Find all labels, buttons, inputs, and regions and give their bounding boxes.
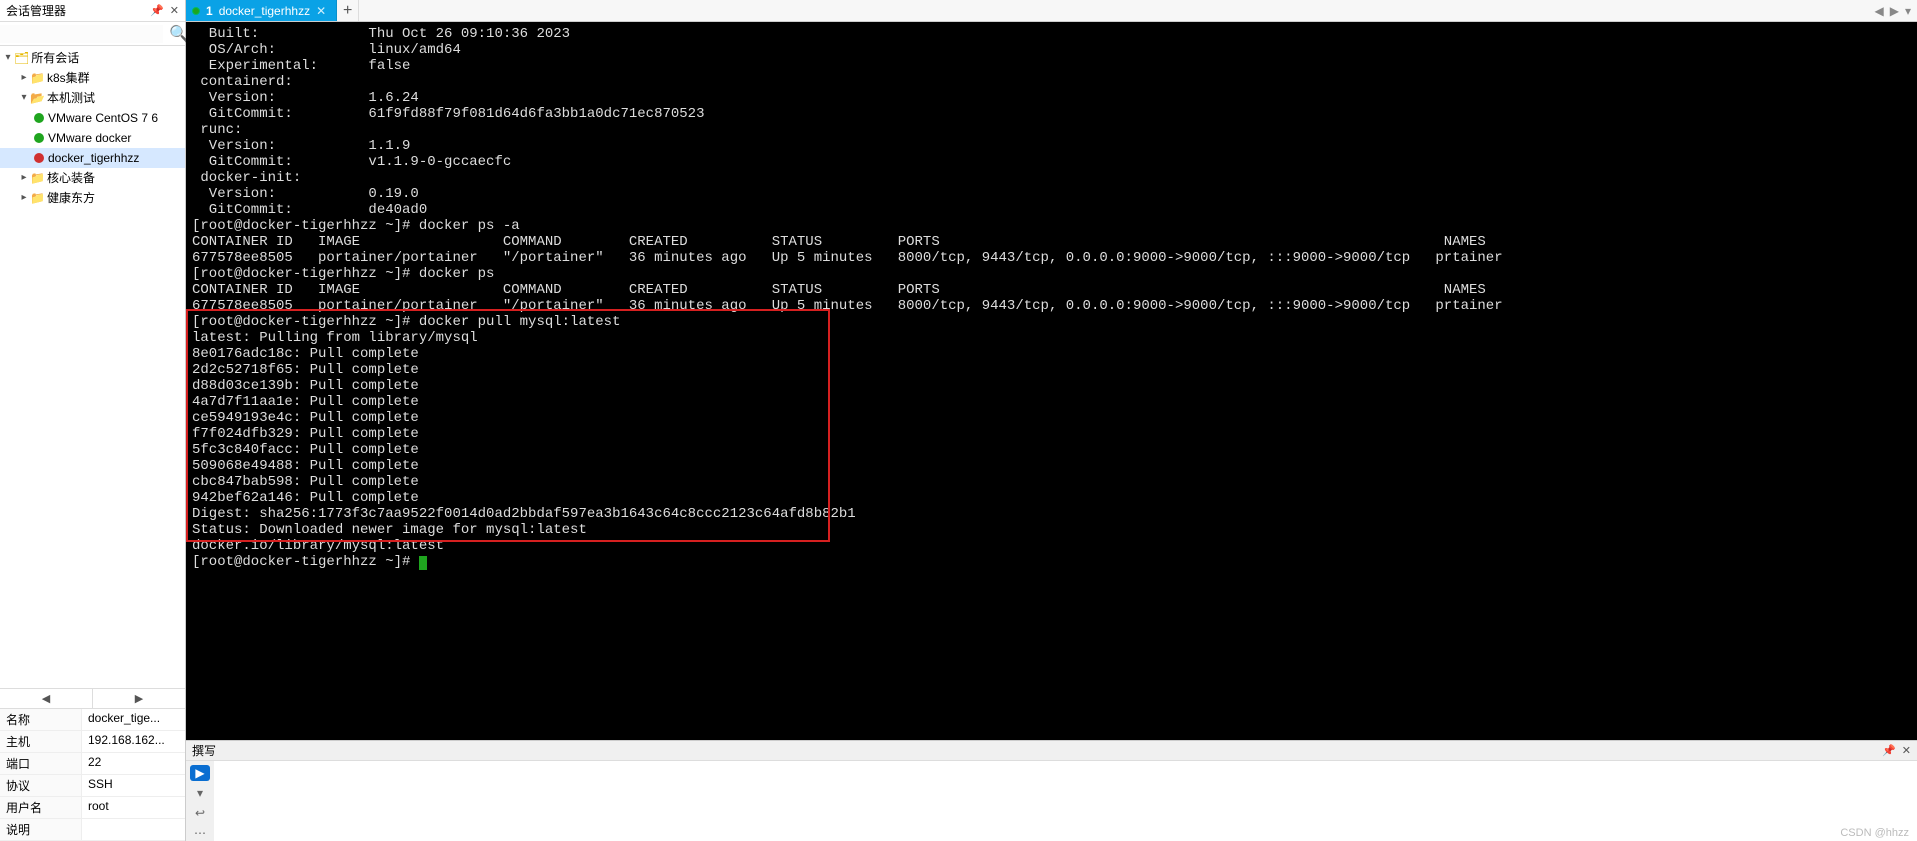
history-up-icon[interactable]: ↩ [190,805,210,821]
tab-add-button[interactable]: + [337,0,359,21]
panel-header: 会话管理器 📌 ✕ [0,0,185,22]
history-down-icon[interactable]: ▾ [190,785,210,801]
nav-row: ◀ ▶ [0,688,185,708]
prop-val: root [82,797,185,818]
compose-header: 撰写 📌 ✕ [186,741,1917,761]
status-dot-icon [34,153,44,163]
prop-row: 名称docker_tige... [0,709,185,731]
prop-row: 主机192.168.162... [0,731,185,753]
tree-group-local[interactable]: ▾ 📂 本机测试 [0,88,185,108]
session-item[interactable]: VMware docker [0,128,185,148]
tree-group-k8s[interactable]: ▸ 📁 k8s集群 [0,68,185,88]
folder-icon: 🗂 [14,49,29,67]
prop-val: 22 [82,753,185,774]
tree-root[interactable]: ▾ 🗂 所有会话 [0,48,185,68]
prop-key: 协议 [0,775,82,796]
compose-panel: 撰写 📌 ✕ ▶ ▾ ↩ ⋯ [186,740,1917,841]
terminal-output[interactable]: Built: Thu Oct 26 09:10:36 2023 OS/Arch:… [186,22,1917,740]
send-button[interactable]: ▶ [190,765,210,781]
expander-icon[interactable]: ▸ [18,169,30,187]
tab-nav: ◀ ▶ ▾ [1875,0,1917,21]
panel-title: 会话管理器 [6,2,66,19]
tree-label: k8s集群 [47,69,90,87]
folder-icon: 📁 [30,189,45,207]
expander-icon[interactable]: ▾ [18,89,30,107]
prop-row: 用户名root [0,797,185,819]
prop-key: 说明 [0,819,82,840]
status-dot-icon [192,7,200,15]
prop-key: 端口 [0,753,82,774]
folder-icon: 📁 [30,69,45,87]
prop-key: 主机 [0,731,82,752]
highlight-box [186,309,830,542]
session-manager-panel: 会话管理器 📌 ✕ 🔍 ▾ 🗂 所有会话 ▸ 📁 k8s集群 ▾ 📂 本机测试 … [0,0,186,841]
pin-icon[interactable]: 📌 [150,4,164,17]
prop-val: SSH [82,775,185,796]
tab-index: 1 [206,4,213,18]
terminal-cursor [419,556,427,570]
prop-val [82,819,185,840]
session-label: docker_tigerhhzz [48,149,139,167]
compose-body: ▶ ▾ ↩ ⋯ [186,761,1917,841]
folder-icon: 📁 [30,169,45,187]
prop-key: 名称 [0,709,82,730]
tab-bar: 1 docker_tigerhhzz ✕ + ◀ ▶ ▾ [186,0,1917,22]
nav-next-button[interactable]: ▶ [93,689,185,708]
status-dot-icon [34,113,44,123]
prop-val: docker_tige... [82,709,185,730]
session-properties: 名称docker_tige... 主机192.168.162... 端口22 协… [0,708,185,841]
tree-label: 本机测试 [47,89,95,107]
folder-icon: 📂 [30,89,45,107]
status-dot-icon [34,133,44,143]
compose-close-icon[interactable]: ✕ [1902,744,1911,757]
expander-icon[interactable]: ▾ [2,49,14,67]
search-row: 🔍 [0,22,185,46]
tab-nav-next-icon[interactable]: ▶ [1890,4,1899,18]
nav-prev-button[interactable]: ◀ [0,689,93,708]
tree-label: 核心装备 [47,169,95,187]
prop-key: 用户名 [0,797,82,818]
tree-root-label: 所有会话 [31,49,79,67]
compose-toolbar: ▶ ▾ ↩ ⋯ [186,761,214,841]
tab-nav-prev-icon[interactable]: ◀ [1875,4,1884,18]
compose-input[interactable] [214,761,1917,841]
more-icon[interactable]: ⋯ [190,825,210,841]
tree-label: 健康东方 [47,189,95,207]
prop-row: 说明 [0,819,185,841]
tab-close-icon[interactable]: ✕ [316,4,326,18]
tree-group-health[interactable]: ▸ 📁 健康东方 [0,188,185,208]
prop-val: 192.168.162... [82,731,185,752]
session-item-active[interactable]: docker_tigerhhzz [0,148,185,168]
compose-title: 撰写 [192,742,216,759]
session-label: VMware CentOS 7 6 [48,109,158,127]
session-label: VMware docker [48,129,131,147]
tab-nav-menu-icon[interactable]: ▾ [1905,4,1911,18]
right-area: 1 docker_tigerhhzz ✕ + ◀ ▶ ▾ Built: Thu … [186,0,1917,841]
expander-icon[interactable]: ▸ [18,69,30,87]
expander-icon[interactable]: ▸ [18,189,30,207]
tree-group-core[interactable]: ▸ 📁 核心装备 [0,168,185,188]
session-item[interactable]: VMware CentOS 7 6 [0,108,185,128]
tab-label: docker_tigerhhzz [219,4,310,18]
prop-row: 协议SSH [0,775,185,797]
session-tree: ▾ 🗂 所有会话 ▸ 📁 k8s集群 ▾ 📂 本机测试 VMware CentO… [0,46,185,688]
tab-active[interactable]: 1 docker_tigerhhzz ✕ [186,0,337,21]
pin-icon[interactable]: 📌 [1882,744,1896,757]
search-input[interactable] [0,25,163,43]
prop-row: 端口22 [0,753,185,775]
panel-close-icon[interactable]: ✕ [170,4,179,17]
